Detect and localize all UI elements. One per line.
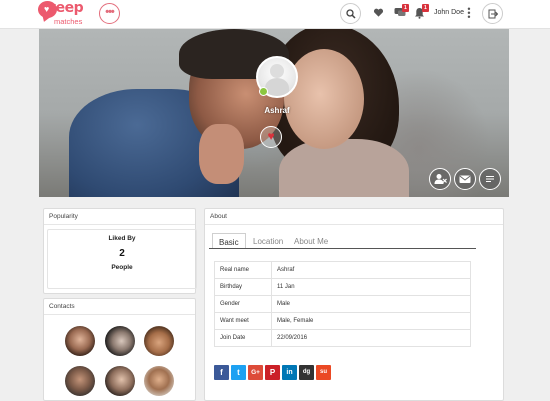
row-key: Gender <box>214 295 272 313</box>
row-key: Real name <box>214 261 272 279</box>
avatar-body <box>265 78 289 96</box>
notifications-button[interactable]: 1 <box>414 4 429 19</box>
heart-icon: ♥ <box>267 129 275 143</box>
vertical-dots-icon: • • • <box>467 4 471 22</box>
row-value: Male, Female <box>271 312 471 330</box>
pinterest-share-button[interactable]: P <box>265 365 280 380</box>
messages-count-badge: 1 <box>402 4 409 12</box>
row-value: Male <box>271 295 471 313</box>
tab-location[interactable]: Location <box>247 235 289 248</box>
about-tabs: Basic Location About Me <box>209 233 476 249</box>
more-dots-icon: ••• <box>105 6 115 18</box>
contact-avatar[interactable] <box>144 366 174 396</box>
like-profile-button[interactable]: ♥ <box>260 126 282 148</box>
digg-share-button[interactable]: dg <box>299 365 314 380</box>
twitter-share-button[interactable]: t <box>231 365 246 380</box>
google-plus-icon: G+ <box>251 369 260 376</box>
row-key: Birthday <box>214 278 272 296</box>
tab-basic[interactable]: Basic <box>212 233 246 248</box>
user-menu-button[interactable]: • • • <box>467 4 471 22</box>
facebook-share-button[interactable]: f <box>214 365 229 380</box>
popularity-title: Popularity <box>44 209 195 225</box>
basic-info-table: Real name Ashraf Birthday 11 Jan Gender … <box>214 261 471 347</box>
row-value: 11 Jan <box>271 278 471 296</box>
top-bar: ♥ yeep matches ••• 1 1 John Doe • • • <box>0 0 550 29</box>
about-title: About <box>205 209 503 225</box>
row-key: Want meet <box>214 312 272 330</box>
user-remove-icon <box>434 174 447 184</box>
heart-icon <box>373 8 384 17</box>
liked-by-count: 2 <box>119 248 125 259</box>
google-plus-share-button[interactable]: G+ <box>248 365 263 380</box>
logout-button[interactable] <box>482 3 503 24</box>
contact-avatar[interactable] <box>65 326 95 356</box>
messages-button[interactable]: 1 <box>394 4 409 19</box>
stumbleupon-icon: su <box>319 369 327 375</box>
table-row: Birthday 11 Jan <box>214 278 471 296</box>
current-user-name[interactable]: John Doe <box>434 9 464 16</box>
search-icon <box>346 9 356 19</box>
alerts-count-badge: 1 <box>422 4 429 12</box>
pinterest-icon: P <box>269 368 276 377</box>
more-options-button[interactable]: ••• <box>99 3 120 24</box>
yeep-matches-logo[interactable]: ♥ yeep matches <box>38 0 88 27</box>
search-button[interactable] <box>340 3 361 24</box>
digg-icon: dg <box>302 369 311 375</box>
liked-by-label: Liked By <box>108 235 136 242</box>
linkedin-icon: in <box>286 369 293 376</box>
list-icon <box>486 176 494 182</box>
cover-photo-hand <box>199 124 244 184</box>
logo-word: yeep <box>47 0 84 16</box>
contact-avatar[interactable] <box>144 326 174 356</box>
logout-icon <box>488 9 498 19</box>
contact-avatar[interactable] <box>65 366 95 396</box>
stumbleupon-share-button[interactable]: su <box>316 365 331 380</box>
twitter-icon: t <box>237 368 240 377</box>
logo-subword: matches <box>54 17 83 26</box>
about-panel: About Basic Location About Me Real name … <box>204 208 504 401</box>
cover-photo-figure-3 <box>279 139 409 197</box>
table-row: Join Date 22/09/2016 <box>214 329 471 347</box>
block-user-button[interactable] <box>429 168 451 190</box>
contacts-panel: Contacts <box>43 298 196 401</box>
online-status-indicator <box>259 87 268 96</box>
liked-by-box: Liked By 2 People <box>47 229 197 289</box>
popularity-panel: Popularity Liked By 2 People <box>43 208 197 294</box>
favorites-button[interactable] <box>373 7 385 19</box>
contact-avatar[interactable] <box>105 326 135 356</box>
table-row: Gender Male <box>214 295 471 313</box>
avatar-head <box>270 64 284 78</box>
row-key: Join Date <box>214 329 272 347</box>
cover-photo-face <box>284 49 364 149</box>
envelope-icon <box>459 175 471 183</box>
profile-details-button[interactable] <box>479 168 501 190</box>
row-value: 22/09/2016 <box>271 329 471 347</box>
tab-about-me[interactable]: About Me <box>288 235 334 248</box>
table-row: Want meet Male, Female <box>214 312 471 330</box>
send-message-button[interactable] <box>454 168 476 190</box>
profile-name: Ashraf <box>264 106 290 115</box>
facebook-icon: f <box>220 368 223 377</box>
linkedin-share-button[interactable]: in <box>282 365 297 380</box>
contacts-title: Contacts <box>44 299 195 315</box>
liked-by-unit: People <box>111 264 133 271</box>
contact-avatar[interactable] <box>105 366 135 396</box>
row-value: Ashraf <box>271 261 471 279</box>
table-row: Real name Ashraf <box>214 261 471 279</box>
